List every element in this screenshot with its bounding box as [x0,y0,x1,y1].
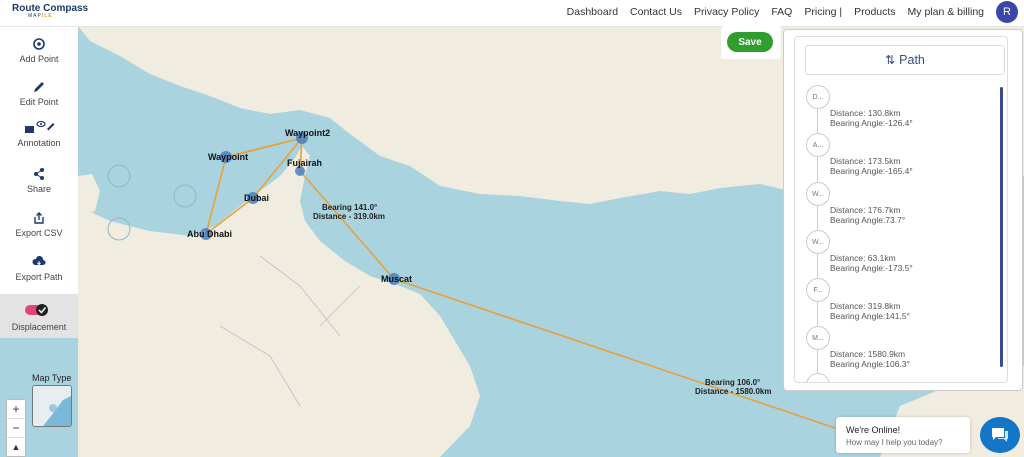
chat-subtitle: How may I help you today? [846,438,943,447]
nav-faq[interactable]: FAQ [765,6,798,18]
distance-text: Distance: 176.7km [830,205,901,215]
export-icon [34,212,44,224]
chat-widget[interactable]: We're Online! How may I help you today? [836,417,970,453]
nav-contact-us[interactable]: Contact Us [624,6,688,18]
zoom-control: + − ▲ [6,399,26,457]
toggle-icon [25,304,48,316]
timeline-info: Distance: 63.1km Bearing Angle:-173.5° [830,253,913,273]
distance-text: Distance: 63.1km [830,253,896,263]
bearing-text: Bearing Angle:-126.4° [830,118,913,128]
timeline-node[interactable]: D... [806,85,830,109]
avatar[interactable]: R [996,1,1018,23]
annotation-bearing: Bearing 106.0° [705,378,760,387]
nav-plan-billing[interactable]: My plan & billing [902,6,990,18]
map-type-label: Map Type [32,373,72,383]
map-label-fujairah: Fujairah [287,158,322,168]
bearing-text: Bearing Angle:-173.5° [830,263,913,273]
pencil-icon [34,82,44,92]
timeline-info: Distance: 173.5km Bearing Angle:-165.4° [830,156,913,176]
annotation-distance: Distance - 1580.0km [695,387,772,396]
sidebar-label: Export CSV [15,228,63,238]
timeline-info: Distance: 130.8km Bearing Angle:-126.4° [830,108,913,128]
path-header[interactable]: ⇅ Path [805,45,1005,75]
timeline-node[interactable]: A... [806,133,830,157]
sidebar-add-point[interactable]: Add Point [0,36,78,64]
cloud-download-icon [32,255,46,266]
globe-icon [33,386,71,426]
map-label-waypoint2: Waypoint2 [285,128,330,138]
compass-icon[interactable]: ▲ [7,438,25,456]
map-type-thumbnail[interactable] [32,385,72,427]
sidebar-share[interactable]: Share [0,166,78,194]
map-label-dubai: Dubai [244,193,269,203]
timeline-node[interactable]: W... [806,230,830,254]
zoom-out-button[interactable]: − [7,419,25,438]
distance-text: Distance: 1580.9km [830,349,906,359]
bearing-text: Bearing Angle:106.3° [830,359,910,369]
sidebar-export-path[interactable]: Export Path [0,254,78,282]
annotation-bearing: Bearing 141.0° [322,203,377,212]
sidebar-annotation[interactable]: Annotation [0,120,78,148]
sidebar-label: Displacement [11,322,67,332]
annotation-distance: Distance - 319.0km [313,212,385,221]
sidebar-label: Export Path [15,272,63,282]
timeline-node[interactable] [806,373,830,382]
add-point-icon [33,38,45,50]
bearing-text: Bearing Angle:141.5° [830,311,910,321]
chat-bubble-icon [992,428,1008,442]
sidebar-label: Edit Point [19,97,59,107]
path-panel: ⇅ Path D... Distance: 130.8km Bearing An… [783,29,1023,391]
nav-dashboard[interactable]: Dashboard [561,6,624,18]
sidebar-label: Share [26,184,52,194]
logo[interactable]: Route Compass MAPILE [12,4,88,19]
logo-subtitle: MAPILE [28,13,53,19]
timeline-info: Distance: 176.7km Bearing Angle:73.7° [830,205,905,225]
timeline-node[interactable]: W... [806,182,830,206]
map-label-waypoint: Waypoint [208,152,248,162]
sidebar-edit-point[interactable]: Edit Point [0,79,78,107]
distance-text: Distance: 130.8km [830,108,901,118]
path-title: Path [899,53,925,67]
share-icon [34,168,44,180]
sort-icon: ⇅ [885,53,896,67]
annotation-icon [25,120,55,133]
sidebar-label: Annotation [17,138,61,148]
chat-button[interactable] [980,417,1020,453]
timeline-info: Distance: 1580.9km Bearing Angle:106.3° [830,349,910,369]
bearing-text: Bearing Angle:73.7° [830,215,906,225]
sidebar-export-csv[interactable]: Export CSV [0,210,78,238]
sidebar-label: Add Point [19,54,59,64]
chat-title: We're Online! [846,425,901,435]
timeline-info: Distance: 319.8km Bearing Angle:141.5° [830,301,910,321]
top-navbar: Route Compass MAPILE Dashboard Contact U… [0,0,1024,27]
timeline-node[interactable]: M... [806,326,830,350]
timeline-node[interactable]: F... [806,278,830,302]
map-label-abu-dhabi: Abu Dhabi [187,229,232,239]
sidebar-displacement[interactable]: Displacement [0,294,78,338]
nav-products[interactable]: Products [848,6,901,18]
zoom-in-button[interactable]: + [7,400,25,419]
path-panel-inner: ⇅ Path D... Distance: 130.8km Bearing An… [794,36,1008,383]
nav-pricing[interactable]: Pricing | [798,6,848,18]
map-label-muscat: Muscat [381,274,412,284]
nav-privacy-policy[interactable]: Privacy Policy [688,6,765,18]
distance-text: Distance: 319.8km [830,301,901,311]
distance-text: Distance: 173.5km [830,156,901,166]
panel-scrollbar[interactable] [1000,87,1003,367]
tool-sidebar: Add Point Edit Point Annotation Share Ex… [0,26,78,338]
save-button[interactable]: Save [727,32,773,52]
nav-links: Dashboard Contact Us Privacy Policy FAQ … [561,0,990,24]
bearing-text: Bearing Angle:-165.4° [830,166,913,176]
